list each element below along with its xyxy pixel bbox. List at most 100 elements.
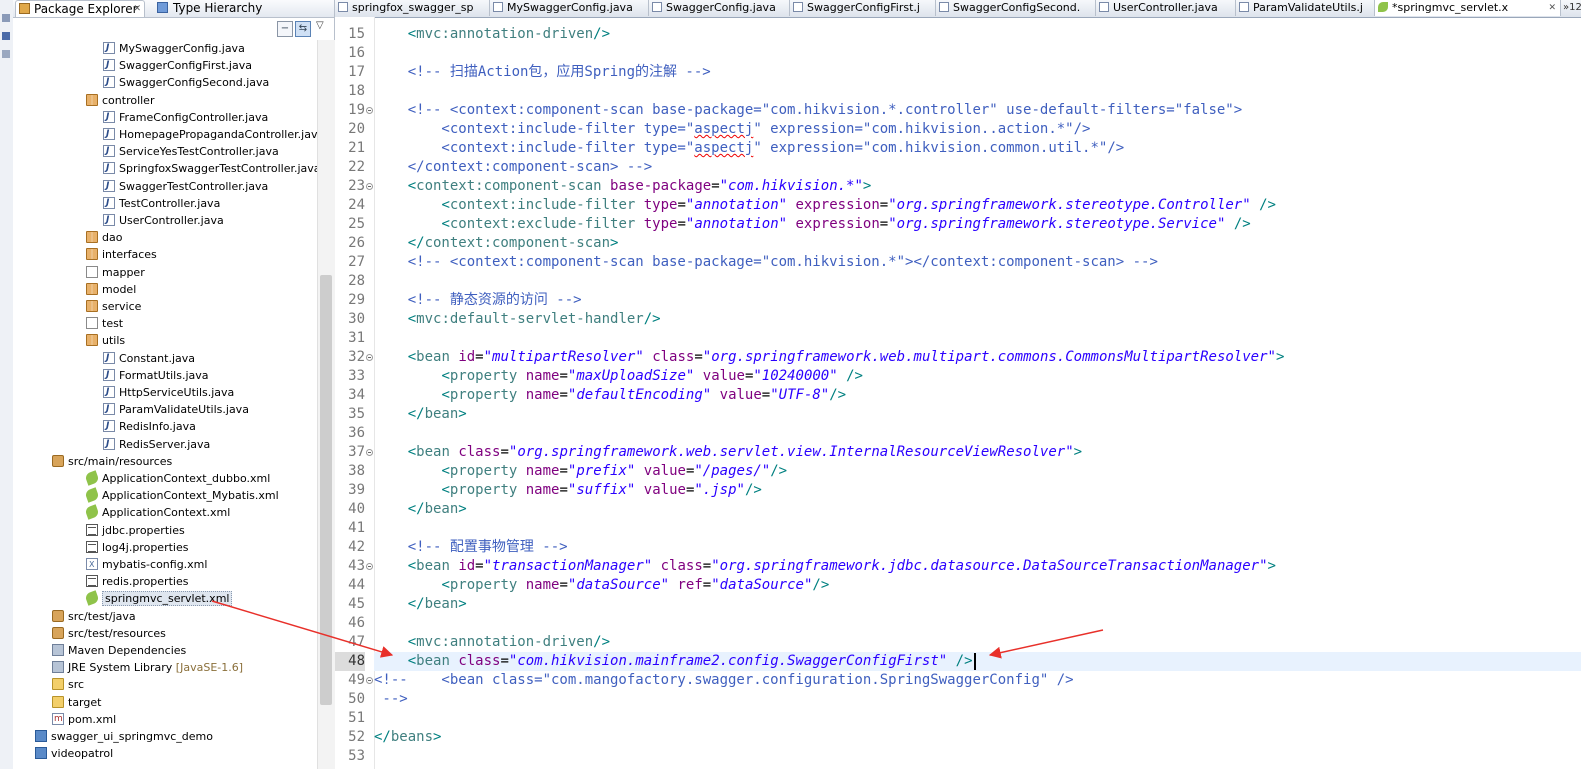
code-line[interactable]: <bean id="transactionManager" class="org… <box>374 557 1581 576</box>
code-line[interactable] <box>374 424 1581 443</box>
code-line[interactable]: <context:component-scan base-package="co… <box>374 177 1581 196</box>
explorer-scrollbar[interactable] <box>317 40 335 769</box>
tree-item[interactable]: src/main/resources <box>52 453 172 470</box>
code-line[interactable] <box>374 519 1581 538</box>
close-icon[interactable]: ✕ <box>1548 0 1556 16</box>
tree-item[interactable]: videopatrol <box>35 745 113 762</box>
tree-item[interactable]: SwaggerTestController.java <box>103 178 268 195</box>
editor-tab[interactable]: MySwaggerConfig.java <box>490 0 649 16</box>
code-line[interactable]: <property name="defaultEncoding" value="… <box>374 386 1581 405</box>
view-menu-chevron-down-icon[interactable]: ▽ <box>316 20 324 31</box>
link-with-editor-icon[interactable]: ⇆ <box>295 21 311 37</box>
tree-item[interactable]: SwaggerConfigFirst.java <box>103 57 252 74</box>
code-line[interactable]: <bean class="org.springframework.web.ser… <box>374 443 1581 462</box>
tree-item[interactable]: swagger_ui_springmvc_demo <box>35 728 213 745</box>
code-line[interactable]: <!-- 扫描Action包，应用Spring的注解 --> <box>374 63 1581 82</box>
editor-tab[interactable]: SwaggerConfig.java <box>649 0 790 16</box>
tree-item[interactable]: dao <box>86 229 122 246</box>
outline-icon[interactable] <box>2 50 10 58</box>
tree-item[interactable]: TestController.java <box>103 195 220 212</box>
tree-item[interactable]: HomepagePropagandaController.java <box>103 126 317 143</box>
code-line[interactable]: </context:component-scan> --> <box>374 158 1581 177</box>
code-line[interactable]: </context:component-scan> <box>374 234 1581 253</box>
tree-item[interactable]: mybatis-config.xml <box>86 556 207 573</box>
code-line[interactable]: <!-- <context:component-scan base-packag… <box>374 253 1581 272</box>
tree-item[interactable]: mapper <box>86 264 145 281</box>
tree-item[interactable]: Maven Dependencies <box>52 642 186 659</box>
editor-tab[interactable]: SwaggerConfigFirst.j <box>790 0 936 16</box>
editor-tab[interactable]: *springmvc_servlet.x ✕ <box>1375 0 1561 16</box>
code-line[interactable]: <property name="dataSource" ref="dataSou… <box>374 576 1581 595</box>
code-line[interactable]: <!-- <bean class="com.mangofactory.swagg… <box>374 671 1581 690</box>
tree-item[interactable]: utils <box>86 332 125 349</box>
code-line[interactable]: <!-- 静态资源的访问 --> <box>374 291 1581 310</box>
code-line[interactable]: <mvc:annotation-driven/> <box>374 633 1581 652</box>
scrollbar-thumb[interactable] <box>320 275 332 705</box>
tree-item[interactable]: ApplicationContext.xml <box>84 504 230 521</box>
tree-item[interactable]: ParamValidateUtils.java <box>103 401 249 418</box>
tab-package-explorer[interactable]: Package Explorer ✕ <box>15 0 145 17</box>
code-line-current[interactable]: <bean class="com.hikvision.mainframe2.co… <box>374 652 1581 671</box>
code-line[interactable] <box>374 329 1581 348</box>
code-line[interactable]: <property name="maxUploadSize" value="10… <box>374 367 1581 386</box>
code-line[interactable]: <mvc:default-servlet-handler/> <box>374 310 1581 329</box>
close-icon[interactable]: ✕ <box>133 1 141 17</box>
code-line[interactable] <box>374 614 1581 633</box>
tree-item[interactable]: log4j.properties <box>86 539 188 556</box>
tree-item[interactable]: FrameConfigController.java <box>103 109 268 126</box>
code-line[interactable] <box>374 709 1581 728</box>
tab-overflow-indicator[interactable]: »12 <box>1563 0 1581 16</box>
tree-item[interactable]: Constant.java <box>103 350 195 367</box>
collapse-all-icon[interactable]: − <box>277 21 293 37</box>
tree-item[interactable]: FormatUtils.java <box>103 367 209 384</box>
tree-item[interactable]: UserController.java <box>103 212 224 229</box>
tree-item[interactable]: test <box>86 315 123 332</box>
editor-tab[interactable]: UserController.java <box>1096 0 1236 16</box>
code-line[interactable]: </beans> <box>374 728 1581 747</box>
tree-item[interactable]: JRE System Library [JavaSE-1.6] <box>52 659 243 676</box>
code-line[interactable]: </bean> <box>374 405 1581 424</box>
code-line[interactable]: <!-- <context:component-scan base-packag… <box>374 101 1581 120</box>
tree-item[interactable]: HttpServiceUtils.java <box>103 384 234 401</box>
tree-item[interactable]: src/test/resources <box>52 625 166 642</box>
code-line[interactable]: <bean id="multipartResolver" class="org.… <box>374 348 1581 367</box>
tree-item[interactable]: RedisServer.java <box>103 436 210 453</box>
tab-type-hierarchy[interactable]: Type Hierarchy <box>153 0 265 16</box>
tree-item[interactable]: SpringfoxSwaggerTestController.java <box>103 160 317 177</box>
tree-item-selected[interactable]: springmvc_servlet.xml <box>84 590 233 607</box>
tree-item[interactable]: redis.properties <box>86 573 188 590</box>
code-line[interactable]: <context:exclude-filter type="annotation… <box>374 215 1581 234</box>
tree-item[interactable]: ApplicationContext_Mybatis.xml <box>84 487 279 504</box>
tree-item[interactable]: SwaggerConfigSecond.java <box>103 74 269 91</box>
editor-tab[interactable]: SwaggerConfigSecond. <box>936 0 1096 16</box>
code-line[interactable]: <context:include-filter type="aspectj" e… <box>374 139 1581 158</box>
tree-item[interactable]: interfaces <box>86 246 157 263</box>
code-line[interactable]: </bean> <box>374 595 1581 614</box>
tree-item[interactable]: MySwaggerConfig.java <box>103 40 245 57</box>
tree-item[interactable]: RedisInfo.java <box>103 418 196 435</box>
code-line[interactable]: <context:include-filter type="aspectj" e… <box>374 120 1581 139</box>
tree-item[interactable]: target <box>52 694 101 711</box>
tree-item[interactable]: src <box>52 676 84 693</box>
tree-item[interactable]: ServiceYesTestController.java <box>103 143 279 160</box>
code-line[interactable] <box>374 747 1581 766</box>
fold-toggle-icon[interactable] <box>366 449 373 456</box>
view-icon[interactable] <box>2 32 10 40</box>
code-line[interactable]: </bean> <box>374 500 1581 519</box>
tree-item[interactable]: jdbc.properties <box>86 522 185 539</box>
code-line[interactable]: <context:include-filter type="annotation… <box>374 196 1581 215</box>
code-line[interactable] <box>374 272 1581 291</box>
tree-item[interactable]: service <box>86 298 141 315</box>
editor-tab[interactable]: ParamValidateUtils.j <box>1236 0 1375 16</box>
tree-item[interactable]: pom.xml <box>52 711 116 728</box>
fold-toggle-icon[interactable] <box>366 677 373 684</box>
fold-toggle-icon[interactable] <box>366 183 373 190</box>
code-line[interactable]: <property name="suffix" value=".jsp"/> <box>374 481 1581 500</box>
editor-tab[interactable]: springfox_swagger_sp <box>335 0 490 16</box>
tree-item[interactable]: controller <box>86 92 154 109</box>
fold-toggle-icon[interactable] <box>366 354 373 361</box>
code-line[interactable]: --> <box>374 690 1581 709</box>
fold-toggle-icon[interactable] <box>366 107 373 114</box>
restore-icon[interactable] <box>2 14 10 22</box>
code-line[interactable]: <property name="prefix" value="/pages/"/… <box>374 462 1581 481</box>
